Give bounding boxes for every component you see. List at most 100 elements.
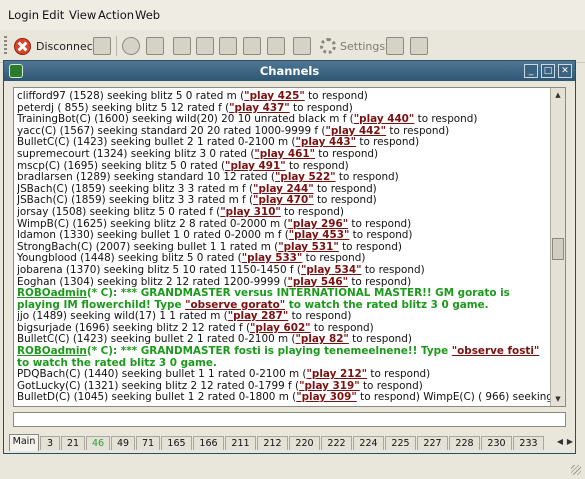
line-text: to respond) [288, 311, 352, 323]
play-link[interactable]: "play 602" [250, 323, 311, 334]
disconnect-button[interactable]: Disconnect [14, 36, 97, 56]
play-link[interactable]: "play 296" [288, 219, 349, 230]
vertical-scrollbar[interactable]: ▲ ▼ [550, 88, 565, 406]
play-link[interactable]: "play 546" [287, 277, 348, 288]
close-button[interactable]: ✕ [558, 64, 572, 78]
toolbar-grip[interactable] [4, 36, 7, 56]
line-text: Eoghan (1304) seeking blitz 2 12 rated 1… [17, 276, 288, 288]
line-text: (* C): *** GRANDMASTER fosti is playing … [86, 346, 452, 358]
admin-name-link[interactable]: ROBOadmin [17, 346, 87, 357]
line-text: yacc(C) (1567) seeking standard 20 20 ra… [17, 125, 326, 137]
settings-button[interactable]: Settings [320, 36, 385, 56]
window-titlebar[interactable]: Channels _ □ ✕ [4, 61, 575, 81]
play-link[interactable]: "play 212" [307, 369, 368, 380]
play-link[interactable]: "play 453" [289, 230, 350, 241]
tab-228[interactable]: 228 [449, 436, 480, 450]
tab-3[interactable]: 3 [40, 436, 60, 450]
play-link[interactable]: "play 470" [253, 195, 314, 206]
tab-222[interactable]: 222 [321, 436, 352, 450]
observe-link[interactable]: "observe fosti" [452, 346, 540, 357]
tab-right-icon[interactable]: ▶ [565, 436, 575, 448]
tab-220[interactable]: 220 [289, 436, 320, 450]
maximize-button[interactable]: □ [541, 64, 555, 78]
cart-icon[interactable] [267, 37, 285, 55]
seek-line: WimpB(C) (1625) seeking blitz 2 8 rated … [17, 219, 550, 231]
play-link[interactable]: "play 531" [278, 242, 339, 253]
tab-227[interactable]: 227 [417, 436, 448, 450]
window-icon[interactable] [386, 37, 404, 55]
line-text: bradlarsen (1289) seeking standard 10 12… [17, 172, 275, 184]
play-link[interactable]: "play 319" [299, 381, 360, 392]
line-text: to respond) [348, 334, 412, 346]
tab-230[interactable]: 230 [481, 436, 512, 450]
tab-49[interactable]: 49 [111, 436, 135, 450]
tab-224[interactable]: 224 [353, 436, 384, 450]
play-link[interactable]: "play 533" [242, 253, 303, 264]
tab-212[interactable]: 212 [257, 436, 288, 450]
menu-action[interactable]: Action [98, 8, 134, 22]
seek-line: peterdj ( 855) seeking blitz 5 12 rated … [17, 103, 550, 115]
tab-main[interactable]: Main [9, 434, 39, 451]
tools-icon[interactable] [293, 37, 311, 55]
play-link[interactable]: "play 491" [225, 161, 286, 172]
play-link[interactable]: "play 309" [296, 392, 357, 403]
line-text: ldamon (1330) seeking bullet 1 0 rated 0… [17, 230, 289, 242]
play-link[interactable]: "play 440" [354, 114, 415, 125]
seek-line: Eoghan (1304) seeking blitz 2 12 rated 1… [17, 277, 550, 289]
play-link[interactable]: "play 310" [220, 207, 281, 218]
tournament-icon[interactable] [243, 37, 261, 55]
play-link[interactable]: "play 522" [275, 172, 336, 183]
console-icon[interactable] [93, 37, 111, 55]
play-link[interactable]: "play 534" [301, 265, 362, 276]
menu-edit[interactable]: Edit [42, 8, 64, 22]
chart-icon[interactable] [196, 37, 214, 55]
search-icon[interactable] [122, 37, 140, 55]
play-link[interactable]: "play 244" [253, 184, 314, 195]
board-icon[interactable] [173, 37, 191, 55]
play-link[interactable]: "play 425" [244, 91, 305, 102]
tab-left-icon[interactable]: ◀ [555, 436, 565, 448]
menu-login[interactable]: Login [8, 8, 39, 22]
line-text: jjo (1489) seeking wild(17) 1 1 rated m … [17, 311, 228, 323]
tab-46[interactable]: 46 [86, 436, 110, 450]
scroll-down-icon[interactable]: ▼ [552, 393, 564, 405]
chat-input[interactable] [13, 412, 566, 427]
scroll-thumb[interactable] [552, 238, 564, 260]
line-text: mscp(C) (1695) seeking blitz 5 0 rated ( [17, 160, 226, 172]
line-text: to respond) [414, 114, 478, 126]
line-text: to respond) [315, 148, 379, 160]
menu-web[interactable]: Web [135, 8, 160, 22]
line-text: supremecourt (1324) seeking blitz 3 0 ra… [17, 148, 255, 160]
tab-225[interactable]: 225 [385, 436, 416, 450]
seek-line: TrainingBot(C) (1600) seeking wild(20) 2… [17, 114, 550, 126]
line-text: bigsurjade (1696) seeking blitz 2 12 rat… [17, 322, 250, 334]
play-link[interactable]: "play 442" [325, 126, 386, 137]
seek-line: bigsurjade (1696) seeking blitz 2 12 rat… [17, 323, 550, 335]
help-icon[interactable] [410, 37, 428, 55]
line-text: BulletC(C) (1423) seeking bullet 2 1 rat… [17, 334, 296, 346]
menu-view[interactable]: View [69, 8, 96, 22]
tab-21[interactable]: 21 [61, 436, 85, 450]
minimize-button[interactable]: _ [524, 64, 538, 78]
menu-bar: Login Edit View Action Web [0, 0, 585, 30]
tab-165[interactable]: 165 [161, 436, 192, 450]
observe-link[interactable]: "observe gorato" [185, 299, 285, 311]
mail-icon[interactable] [219, 37, 237, 55]
play-link[interactable]: "play 437" [229, 103, 290, 114]
chat-output[interactable]: clifford97 (1528) seeking blitz 5 0 rate… [13, 87, 566, 407]
play-link[interactable]: "play 443" [295, 137, 356, 148]
play-link[interactable]: "play 82" [295, 334, 348, 345]
scroll-up-icon[interactable]: ▲ [552, 89, 564, 101]
line-text: to respond) [349, 230, 413, 242]
tab-211[interactable]: 211 [225, 436, 256, 450]
line-text: to respond) [361, 264, 425, 276]
tab-233[interactable]: 233 [513, 436, 544, 450]
line-text: to watch the rated blitz 3 0 game. [17, 356, 217, 369]
tab-71[interactable]: 71 [136, 436, 160, 450]
admin-name-link[interactable]: ROBOadmin [17, 288, 87, 299]
play-link[interactable]: "play 461" [254, 149, 315, 160]
play-link[interactable]: "play 287" [228, 311, 289, 322]
tab-166[interactable]: 166 [193, 436, 224, 450]
seek-icon[interactable] [146, 37, 164, 55]
resize-grip-icon[interactable] [571, 465, 581, 475]
